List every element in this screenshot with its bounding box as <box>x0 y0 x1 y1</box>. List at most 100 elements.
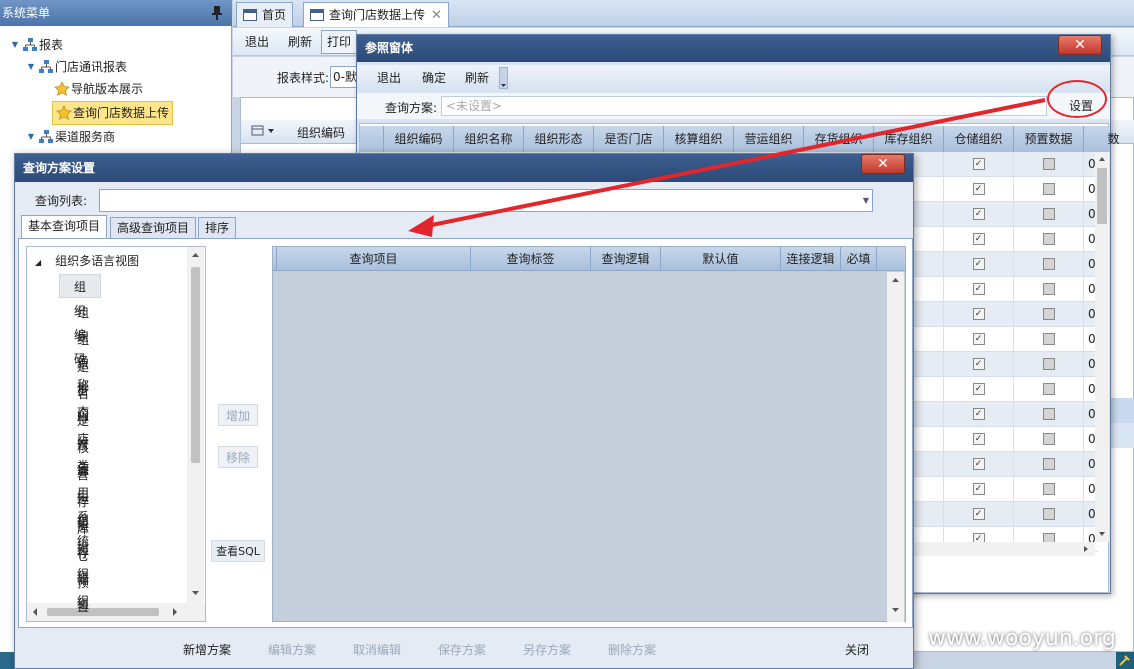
tab-home[interactable]: 首页 <box>236 2 294 27</box>
column-header[interactable]: 数 <box>1084 126 1134 152</box>
column-header[interactable]: 查询项目 <box>277 247 471 271</box>
close-tab-icon[interactable]: ✕ <box>431 4 442 27</box>
column-header[interactable]: 默认值 <box>661 247 781 271</box>
column-header[interactable]: 必填 <box>841 247 877 271</box>
collapse-arrow-icon[interactable]: ◢ <box>35 258 41 267</box>
warehouse-checkbox[interactable]: ✓ <box>972 358 985 370</box>
field-tree-item[interactable]: 组织编码 <box>59 274 102 366</box>
toolbar-overflow-button[interactable] <box>499 67 508 89</box>
vertical-scrollbar[interactable] <box>1095 152 1109 542</box>
column-chooser-icon[interactable] <box>251 124 277 138</box>
vertical-scrollbar[interactable] <box>887 272 904 622</box>
main-tab-bar: 首页 查询门店数据上传 ✕ <box>233 0 1134 27</box>
table-cell <box>1014 377 1084 401</box>
close-button[interactable]: ✕ <box>1058 35 1102 55</box>
preset-checkbox[interactable] <box>1042 383 1055 395</box>
table-cell <box>1014 352 1084 376</box>
edit-scheme-button[interactable]: 编辑方案 <box>260 640 324 660</box>
tree-node-channel-provider[interactable]: ▼ 渠道服务商 <box>10 126 173 148</box>
table-cell: 0 <box>1084 227 1134 251</box>
table-cell: 0 <box>1084 177 1134 201</box>
field-tree-item[interactable]: 是否使用系统 <box>77 409 89 548</box>
preset-checkbox[interactable] <box>1042 308 1055 320</box>
warehouse-checkbox[interactable]: ✓ <box>972 408 985 420</box>
preset-checkbox[interactable] <box>1042 333 1055 345</box>
tree-node-report[interactable]: ▼ 报表 <box>10 34 173 56</box>
preset-checkbox[interactable] <box>1042 283 1055 295</box>
star-icon <box>54 81 70 97</box>
expand-arrow-icon[interactable]: ▼ <box>26 126 36 148</box>
report-grid-column: 组织编码 <box>297 126 346 140</box>
tree-node-label: 渠道服务商 <box>55 130 116 144</box>
preset-checkbox[interactable] <box>1042 458 1055 470</box>
field-tree-item[interactable]: 组织形态 <box>77 328 89 419</box>
warehouse-checkbox[interactable]: ✓ <box>972 333 985 345</box>
warehouse-checkbox[interactable]: ✓ <box>972 483 985 495</box>
pin-icon[interactable] <box>212 6 222 20</box>
warehouse-checkbox[interactable]: ✓ <box>972 433 985 445</box>
preset-checkbox[interactable] <box>1042 508 1055 520</box>
expand-arrow-icon[interactable]: ▼ <box>10 34 20 56</box>
field-tree-item[interactable]: 存货组织 <box>77 490 89 581</box>
field-tree-item[interactable]: 名称分类 <box>77 382 89 473</box>
cancel-edit-button[interactable]: 取消编辑 <box>345 640 409 660</box>
tree-node-query-store-upload[interactable]: 查询门店数据上传 <box>10 101 174 125</box>
table-cell <box>1014 502 1084 526</box>
column-header[interactable]: 查询标签 <box>471 247 591 271</box>
field-tree-item[interactable]: 核算组织 <box>77 436 89 527</box>
preset-checkbox[interactable] <box>1042 483 1055 495</box>
tab-advanced-query[interactable]: 高级查询项目 <box>110 217 197 239</box>
tree-root[interactable]: ◢ 组织多语言视图 <box>35 251 139 271</box>
field-tree-item[interactable]: 组织名称 <box>77 301 89 392</box>
ok-button[interactable]: 确定 <box>422 69 446 86</box>
table-cell: 0 <box>1084 452 1134 476</box>
refresh-button[interactable]: 刷新 <box>282 30 318 54</box>
tree-node-label: 报表 <box>39 38 64 52</box>
print-button[interactable]: 打印 <box>321 30 358 54</box>
exit-button[interactable]: 退出 <box>377 69 401 86</box>
warehouse-checkbox[interactable]: ✓ <box>972 458 985 470</box>
tab-sort[interactable]: 排序 <box>198 217 237 239</box>
field-tree-item[interactable]: 仓储组织 <box>77 544 89 611</box>
vertical-scrollbar[interactable] <box>187 247 204 603</box>
warehouse-checkbox[interactable]: ✓ <box>972 508 985 520</box>
column-header[interactable]: 查询逻辑 <box>591 247 661 271</box>
corner-tool-icon[interactable] <box>1116 652 1134 669</box>
window-title: 参照窗体 <box>365 41 414 55</box>
add-button[interactable]: 增加 <box>218 404 258 426</box>
remove-button[interactable]: 移除 <box>218 446 258 468</box>
refresh-button[interactable]: 刷新 <box>465 69 489 86</box>
warehouse-checkbox[interactable]: ✓ <box>972 383 985 395</box>
view-sql-button[interactable]: 查看SQL <box>211 540 265 562</box>
field-tree-item[interactable]: 是否门店 <box>77 355 89 446</box>
warehouse-checkbox[interactable]: ✓ <box>972 258 985 270</box>
selected-node[interactable]: 查询门店数据上传 <box>52 101 174 125</box>
table-cell <box>1014 452 1084 476</box>
table-cell: ✓ <box>944 402 1014 426</box>
field-tree-item[interactable]: 库存组织 <box>77 517 89 608</box>
tab-basic-query[interactable]: 基本查询项目 <box>21 215 108 239</box>
save-scheme-button[interactable]: 保存方案 <box>430 640 494 660</box>
column-header[interactable]: 连接逻辑 <box>781 247 841 271</box>
horizontal-scrollbar[interactable] <box>27 603 205 621</box>
close-dialog-button[interactable]: 关闭 <box>827 640 887 660</box>
preset-checkbox[interactable] <box>1042 258 1055 270</box>
field-tree-item[interactable]: 营运组织 <box>77 463 89 554</box>
preset-checkbox[interactable] <box>1042 408 1055 420</box>
preset-checkbox[interactable] <box>1042 358 1055 370</box>
tab-query-store-upload[interactable]: 查询门店数据上传 ✕ <box>303 2 449 27</box>
delete-scheme-button[interactable]: 删除方案 <box>600 640 664 660</box>
warehouse-checkbox[interactable]: ✓ <box>972 283 985 295</box>
field-tree-item[interactable]: 预置数据 <box>77 571 89 614</box>
save-as-scheme-button[interactable]: 另存方案 <box>515 640 579 660</box>
report-style-label: 报表样式: <box>277 71 330 85</box>
preset-checkbox[interactable] <box>1042 433 1055 445</box>
exit-button[interactable]: 退出 <box>239 30 275 54</box>
table-cell: 0 <box>1084 352 1134 376</box>
tree-node-nav-version[interactable]: 导航版本展示 <box>10 78 173 100</box>
warehouse-checkbox[interactable]: ✓ <box>972 308 985 320</box>
tree-node-store-comm-report[interactable]: ▼ 门店通讯报表 <box>10 56 173 78</box>
table-cell: ✓ <box>944 302 1014 326</box>
expand-arrow-icon[interactable]: ▼ <box>26 56 36 78</box>
new-scheme-button[interactable]: 新增方案 <box>175 640 239 660</box>
